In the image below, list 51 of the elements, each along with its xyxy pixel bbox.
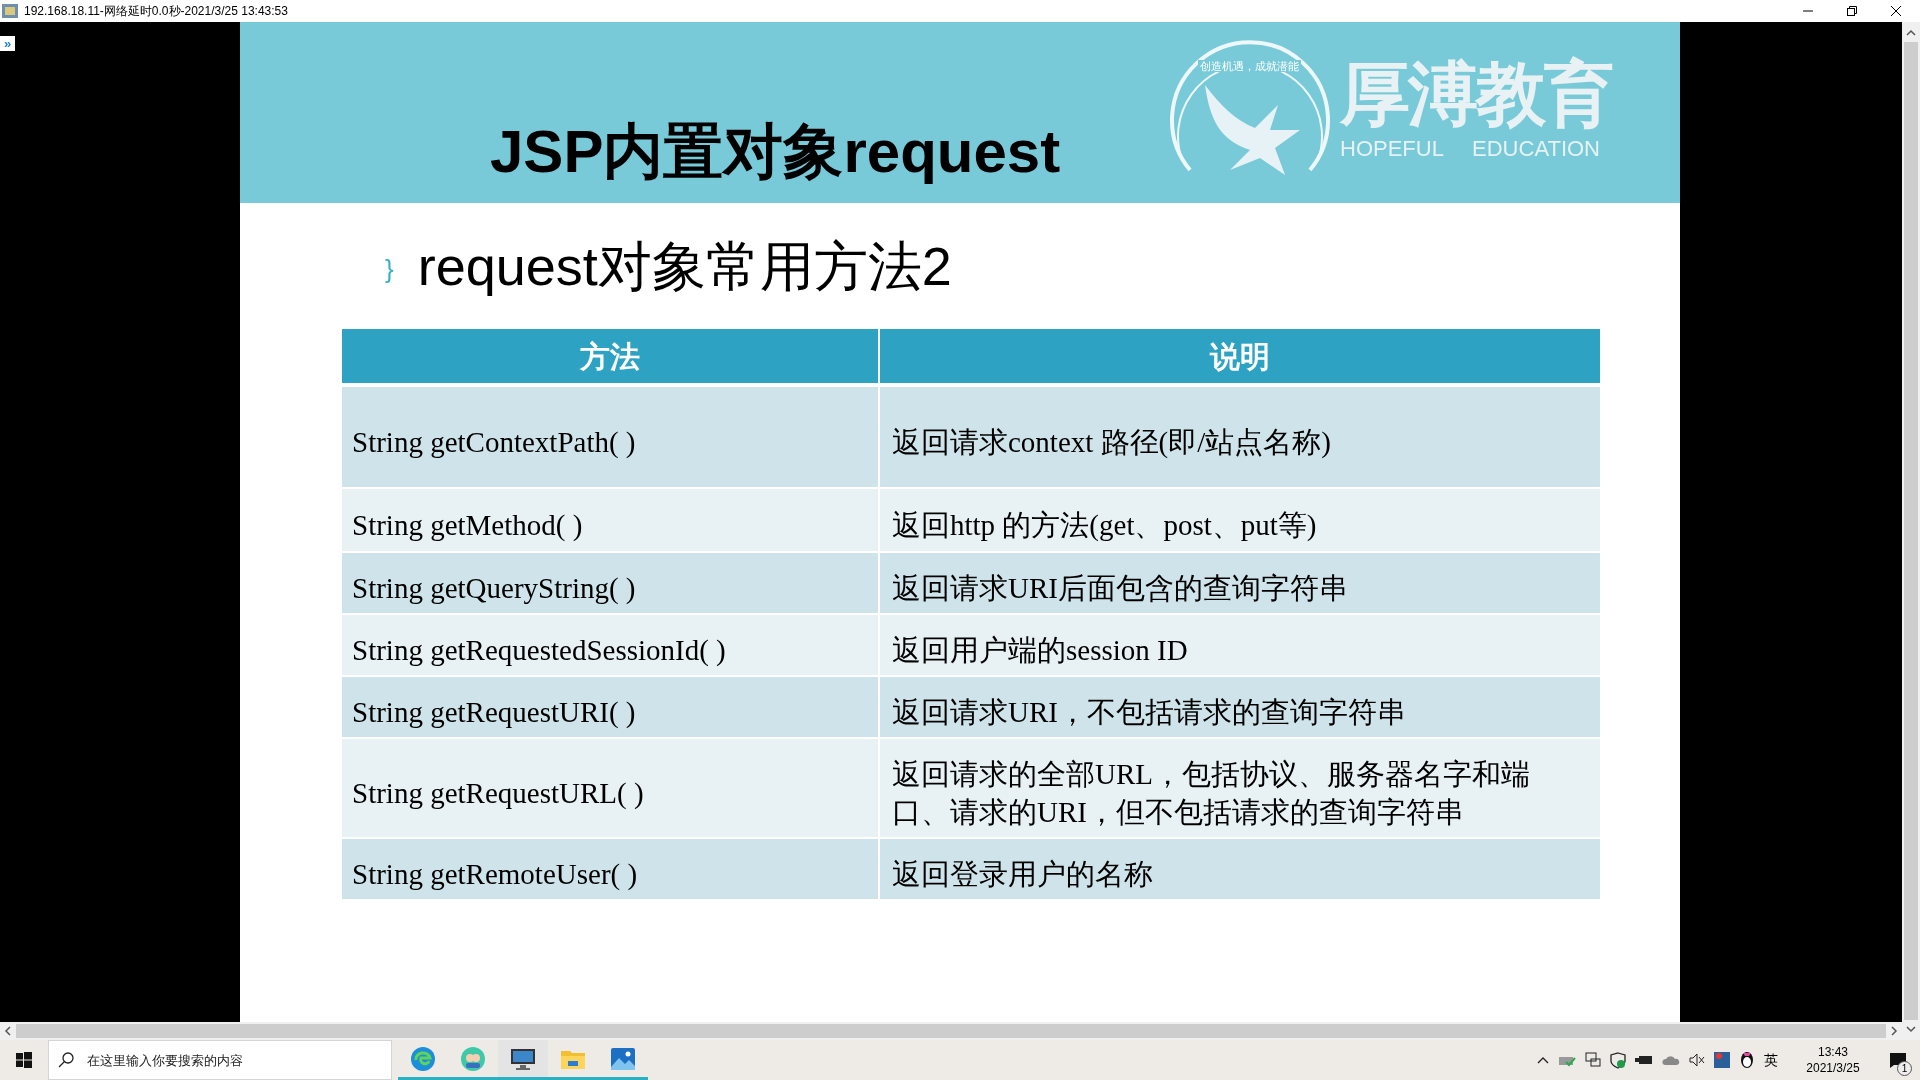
clock-date: 2021/3/25 [1806, 1060, 1860, 1076]
table-cell-text: 返回请求context 路径(即/站点名称) [891, 425, 1332, 460]
table-cell-text: 返回请求的全部URL，包括协议、服务器名字和端口、请求的URI，但不包括请求的查询字符串 [891, 757, 1531, 830]
speaker-muted-icon[interactable] [1689, 1053, 1705, 1067]
logo-english: HOPEFUL [1340, 134, 1444, 163]
table-cell-text: 返回http 的方法(get、post、put等) [891, 508, 1318, 543]
scroll-thumb[interactable] [16, 1024, 1886, 1038]
app-icon [2, 4, 18, 18]
table-cell-text: 返回登录用户的名称 [891, 857, 1154, 892]
clock-time: 13:43 [1818, 1044, 1848, 1060]
close-icon [1891, 6, 1901, 16]
table-cell: String getMethod( ) [342, 489, 880, 551]
windows-icon [16, 1052, 32, 1068]
table-cell: String getRemoteUser( ) [342, 839, 880, 899]
show-hidden-icons-icon[interactable] [1537, 1056, 1549, 1064]
table-cell-text: 返回请求URI后面包含的查询字符串 [891, 571, 1349, 606]
table-cell: String getContextPath( ) [342, 387, 880, 487]
network-icon[interactable] [1585, 1052, 1601, 1068]
table-cell-text: 返回请求URI，不包括请求的查询字符串 [891, 695, 1407, 730]
restore-icon [1847, 6, 1857, 16]
input-method-indicator[interactable]: 英 [1764, 1049, 1778, 1071]
logo-english: EDUCATION [1472, 134, 1600, 163]
search-field[interactable]: 在这里输入你要搜索的内容 [48, 1040, 392, 1080]
scroll-thumb[interactable] [1904, 42, 1918, 1020]
table-cell: String getRequestURL( ) [342, 739, 880, 837]
table-cell-text: 返回用户端的session ID [891, 633, 1189, 668]
vertical-scrollbar[interactable] [1902, 22, 1920, 1040]
battery-icon[interactable] [1635, 1054, 1653, 1066]
table-cell: String getRequestURI( ) [342, 677, 880, 737]
scroll-right-icon[interactable] [1889, 1026, 1899, 1036]
cloud-icon[interactable] [1662, 1054, 1680, 1066]
column-header: 说明 [1208, 338, 1271, 375]
table-cell: String getQueryString( ) [342, 553, 880, 613]
slide-title: JSP内置对象request [490, 122, 1061, 182]
scroll-left-icon[interactable] [3, 1026, 13, 1036]
shield-icon[interactable] [1610, 1051, 1626, 1069]
monitor-icon[interactable] [498, 1040, 548, 1080]
window-title: 192.168.18.11-网络延时0.0秒-2021/3/25 13:43:53 [24, 3, 288, 20]
table-cell: String getRequestedSessionId( ) [342, 615, 880, 675]
notification-badge: 1 [1897, 1061, 1912, 1076]
horizontal-scrollbar[interactable] [0, 1022, 1902, 1040]
column-header: 方法 [342, 329, 880, 383]
clock[interactable]: 13:43 2021/3/25 [1795, 1044, 1871, 1076]
expand-button[interactable]: » [0, 36, 15, 51]
scroll-down-icon[interactable] [1906, 1024, 1916, 1034]
scroll-up-icon[interactable] [1906, 28, 1916, 38]
bullet-icon: } [385, 250, 394, 289]
logo-slogan: 创造机遇，成就潜能 [1198, 60, 1301, 72]
penguin-icon[interactable] [1739, 1051, 1755, 1069]
logo-name: 厚溥教育 [1340, 55, 1612, 132]
search-icon [58, 1052, 74, 1068]
